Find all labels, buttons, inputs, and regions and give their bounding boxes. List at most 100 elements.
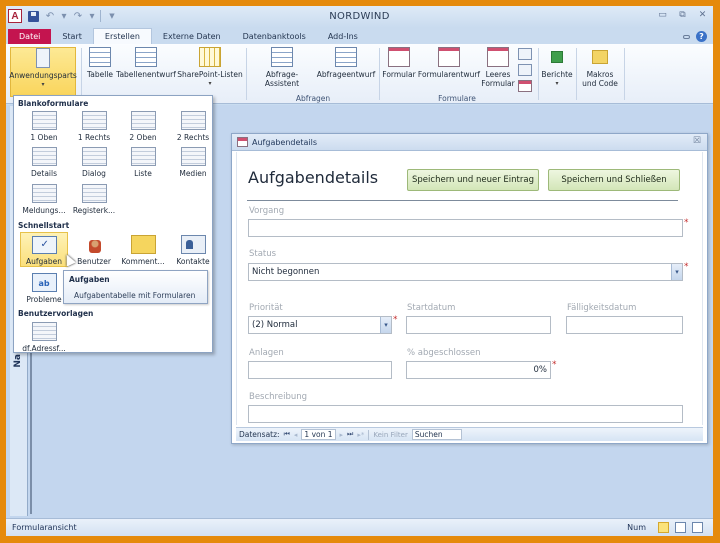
tab-start[interactable]: Start [51,29,93,44]
gallery-item-kommentare[interactable]: Komment... [119,235,167,266]
access-window: A ↶ ▾ ↷ ▾ ▼ NORDWIND ▭ ⧉ ✕ Datei Start E… [6,6,713,536]
anwendungsparts-button[interactable]: Anwendungsparts ▾ [9,47,77,97]
gallery-item-1-oben[interactable]: 1 Oben [20,111,68,142]
berichte-label: Berichte [541,70,573,79]
gallery-item-probleme[interactable]: Probleme [20,273,68,304]
section-blankoformulare: Blankoformulare [18,99,89,108]
no-filter-button[interactable]: Kein Filter [373,431,408,439]
vorgang-input[interactable] [248,219,683,237]
gallery-item-aufgaben[interactable]: Aufgaben [20,232,68,267]
faelligkeitsdatum-input[interactable] [566,316,683,334]
startdatum-input[interactable] [406,316,551,334]
ribbon-separator [576,48,577,100]
leeres-formular-button[interactable]: Leeres Formular [481,47,515,88]
record-nav-separator [368,429,370,440]
makros-und-code-button[interactable]: Makros und Code [578,47,622,88]
gallery-item-dialog[interactable]: Dialog [70,147,118,178]
design-view-icon[interactable] [692,522,703,533]
gallery-item-label: 1 Rechts [77,133,111,142]
close-icon[interactable]: ✕ [698,11,707,20]
berichte-button[interactable]: Berichte ▾ [540,47,574,88]
minimize-icon[interactable]: ▭ [658,11,667,20]
beschreibung-input[interactable] [248,405,683,423]
formular-button[interactable]: Formular [382,47,416,79]
next-record-icon[interactable]: ▸ [340,431,344,439]
gallery-item-label: Medien [179,169,207,178]
label-vorgang: Vorgang [249,206,285,216]
table-design-icon [135,47,157,67]
gallery-item-df-adressf[interactable]: df.Adressf... [20,322,68,353]
first-record-icon[interactable]: ⏮ [284,430,290,439]
gallery-item-medien[interactable]: Medien [169,147,217,178]
tab-datei[interactable]: Datei [8,29,52,44]
tab-datenbanktools[interactable]: Datenbanktools [232,29,317,44]
label-prioritaet: Priorität [249,303,283,313]
form-view-icon[interactable] [658,522,669,533]
tab-erstellen[interactable]: Erstellen [92,28,152,44]
gallery-item-meldungs[interactable]: Meldungs... [20,184,68,215]
abfrage-assistent-button[interactable]: Abfrage-Assistent [249,47,315,88]
label-anlagen: Anlagen [249,348,284,358]
gallery-item-2-oben[interactable]: 2 Oben [119,111,167,142]
gallery-item-label: 2 Oben [129,133,157,142]
record-position-input[interactable]: 1 von 1 [301,429,336,440]
form-wizard-icon[interactable] [518,48,532,60]
gallery-item-kontakte[interactable]: Kontakte [169,235,217,266]
tooltip-aufgaben: Aufgaben Aufgabentabelle mit Formularen [63,270,208,304]
gallery-item-label: 2 Rechts [176,133,210,142]
restore-icon[interactable]: ⧉ [678,11,687,20]
status-bar: Formularansicht Num [6,518,713,536]
gallery-item-benutzer[interactable]: Benutzer [70,235,118,266]
reports-icon [551,51,563,63]
gallery-item-2-rechts[interactable]: 2 Rechts [169,111,217,142]
sharepoint-listen-label: SharePoint-Listen [177,70,243,79]
gallery-item-1-rechts[interactable]: 1 Rechts [70,111,118,142]
tabelle-button[interactable]: Tabelle [86,47,114,79]
anlagen-attachment[interactable] [248,361,392,379]
abfrageentwurf-button[interactable]: Abfrageentwurf [315,47,377,79]
ribbon-separator [538,48,539,100]
prioritaet-combobox[interactable]: (2) Normal ▾ [248,316,392,334]
save-and-new-button[interactable]: Speichern und neuer Eintrag [407,169,539,191]
abfrage-assistent-label: Abfrage-Assistent [264,70,300,88]
layout-view-icon[interactable] [675,522,686,533]
status-view-name: Formularansicht [12,523,77,532]
search-input[interactable]: Suchen [411,429,462,440]
form-icon [388,47,410,67]
gallery-item-registerk[interactable]: Registerk... [70,184,118,215]
navigation-form-icon[interactable] [518,64,532,76]
chevron-down-icon: ▾ [208,80,212,87]
form-template-icon [180,111,206,130]
gallery-item-details[interactable]: Details [20,147,68,178]
leeres-formular-label-1: Leeres [485,70,511,79]
makros-label-1: Makros [586,70,614,79]
form-template-icon [130,111,156,130]
chevron-down-icon[interactable]: ▾ [671,264,682,280]
abgeschlossen-input[interactable]: 0% [406,361,551,379]
save-and-close-button[interactable]: Speichern und Schließen [548,169,680,191]
gallery-item-liste[interactable]: Liste [119,147,167,178]
chevron-down-icon[interactable]: ▾ [380,317,391,333]
help-icon[interactable]: ? [696,31,707,42]
last-record-icon[interactable]: ⏭ [347,430,353,439]
form-design-icon [438,47,460,67]
query-wizard-icon [271,47,293,67]
ribbon-separator [624,48,625,100]
close-icon[interactable]: ☒ [693,136,701,146]
required-marker: * [552,360,557,370]
minimize-ribbon-icon[interactable] [683,34,690,39]
tooltip-description: Aufgabentabelle mit Formularen [74,291,196,300]
form-template-icon [180,147,206,166]
tabellenentwurf-button[interactable]: Tabellenentwurf [115,47,177,79]
sharepoint-listen-button[interactable]: SharePoint-Listen ▾ [177,47,243,88]
more-forms-icon[interactable] [518,80,532,92]
status-combobox[interactable]: Nicht begonnen ▾ [248,263,683,281]
previous-record-icon[interactable]: ◂ [294,431,298,439]
formularentwurf-button[interactable]: Formularentwurf [417,47,481,79]
table-icon [89,47,111,67]
tab-add-ins[interactable]: Add-Ins [317,29,369,44]
gallery-item-label: 1 Oben [30,133,58,142]
tab-externe-daten[interactable]: Externe Daten [152,29,232,44]
new-record-icon[interactable]: ▸* [357,431,364,439]
chevron-down-icon: ▾ [41,81,45,88]
